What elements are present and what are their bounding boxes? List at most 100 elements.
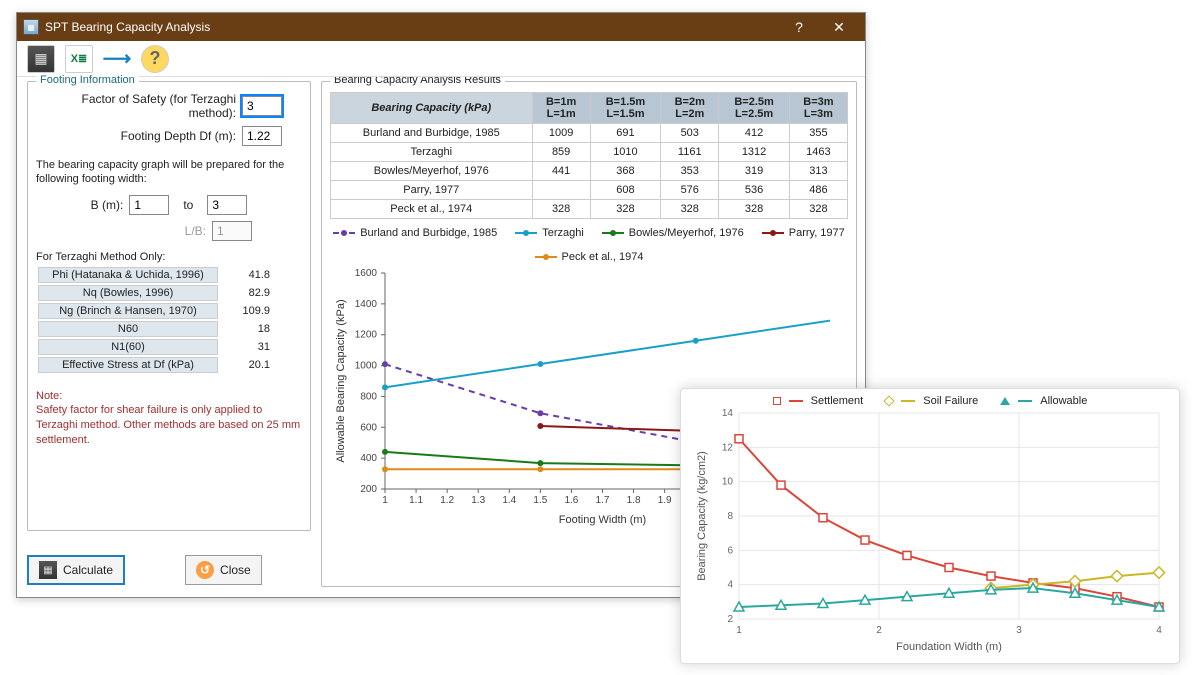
svg-text:1.9: 1.9: [658, 495, 672, 506]
result-cell: [532, 181, 590, 200]
param-value: 18: [220, 321, 300, 337]
foundation-width-chart: 24681012141234Foundation Width (m)Bearin…: [691, 409, 1171, 653]
result-cell: 328: [661, 200, 719, 219]
svg-text:14: 14: [722, 409, 734, 419]
legend-label: Burland and Burbidge, 1985: [360, 227, 497, 239]
close-label: Close: [220, 563, 251, 577]
bottom-buttons: ▦ Calculate ↺ Close: [27, 555, 311, 585]
param-value: 20.1: [220, 357, 300, 373]
lb-label: L/B:: [86, 224, 206, 238]
param-row: Phi (Hatanaka & Uchida, 1996)41.8: [38, 267, 300, 283]
fos-input[interactable]: [242, 96, 282, 116]
method-name: Peck et al., 1974: [331, 200, 533, 219]
svg-text:1.4: 1.4: [502, 495, 516, 506]
results-col-header: B=2mL=2m: [661, 93, 719, 124]
param-row: N6018: [38, 321, 300, 337]
svg-text:1.2: 1.2: [440, 495, 454, 506]
legend-line: [901, 400, 915, 402]
legend-item: Burland and Burbidge, 1985: [333, 227, 497, 239]
run-arrow-icon[interactable]: ⟶: [103, 45, 131, 73]
close-button[interactable]: ↺ Close: [185, 555, 262, 585]
svg-text:1.8: 1.8: [627, 495, 641, 506]
legend-label: Settlement: [811, 395, 864, 407]
legend-label: Soil Failure: [923, 395, 978, 407]
b-from-input[interactable]: [129, 195, 169, 215]
result-cell: 859: [532, 143, 590, 162]
svg-text:1: 1: [736, 625, 742, 636]
param-value: 82.9: [220, 285, 300, 301]
results-col-header: B=1mL=1m: [532, 93, 590, 124]
result-cell: 313: [789, 162, 847, 181]
svg-text:2: 2: [876, 625, 882, 636]
svg-text:12: 12: [722, 442, 734, 453]
legend-item: Terzaghi: [515, 227, 584, 239]
note-body: Safety factor for shear failure is only …: [36, 403, 302, 448]
param-row: Effective Stress at Df (kPa)20.1: [38, 357, 300, 373]
lb-input: [212, 221, 252, 241]
results-row: Terzaghi8591010116113121463: [331, 143, 848, 162]
chart1-legend: Burland and Burbidge, 1985 Terzaghi Bowles…: [330, 227, 848, 263]
chart2-legend: Settlement Soil Failure Allowable: [691, 395, 1169, 407]
result-cell: 328: [789, 200, 847, 219]
help-button[interactable]: ?: [779, 13, 819, 41]
legend-item: Soil Failure: [885, 395, 978, 407]
result-cell: 691: [590, 124, 660, 143]
svg-text:1.1: 1.1: [409, 495, 423, 506]
result-cell: 503: [661, 124, 719, 143]
legend-swatch: [515, 232, 537, 234]
result-cell: 328: [590, 200, 660, 219]
results-row: Peck et al., 1974328328328328328: [331, 200, 848, 219]
result-cell: 1161: [661, 143, 719, 162]
note-block: Note: Safety factor for shear failure is…: [36, 389, 302, 448]
results-row: Burland and Burbidge, 198510096915034123…: [331, 124, 848, 143]
results-table: Bearing Capacity (kPa)B=1mL=1mB=1.5mL=1.…: [330, 92, 848, 219]
calculate-button[interactable]: ▦ Calculate: [27, 555, 125, 585]
toolbar: ▦ X≣ ⟶ ?: [17, 41, 865, 77]
legend-line: [1018, 400, 1032, 402]
svg-text:1000: 1000: [355, 361, 378, 372]
legend-marker: [773, 397, 781, 405]
legend-line: [789, 400, 803, 402]
svg-text:4: 4: [1156, 625, 1162, 636]
param-row: N1(60)31: [38, 339, 300, 355]
b-to-input[interactable]: [207, 195, 247, 215]
close-window-button[interactable]: ✕: [819, 13, 859, 41]
terzaghi-header: For Terzaghi Method Only:: [36, 251, 302, 263]
result-cell: 441: [532, 162, 590, 181]
svg-text:1.5: 1.5: [533, 495, 547, 506]
window-title: SPT Bearing Capacity Analysis: [45, 20, 779, 34]
legend-swatch: [602, 232, 624, 234]
depth-input[interactable]: [242, 126, 282, 146]
app-icon: ▦: [23, 19, 39, 35]
graph-note: The bearing capacity graph will be prepa…: [36, 158, 302, 187]
svg-text:2: 2: [727, 614, 733, 625]
param-row: Nq (Bowles, 1996)82.9: [38, 285, 300, 301]
svg-text:4: 4: [727, 580, 733, 591]
results-main-header: Bearing Capacity (kPa): [331, 93, 533, 124]
calculator-icon[interactable]: ▦: [27, 45, 55, 73]
b-label: B (m):: [91, 198, 124, 212]
svg-text:3: 3: [1016, 625, 1022, 636]
param-value: 109.9: [220, 303, 300, 319]
svg-text:1.7: 1.7: [596, 495, 610, 506]
legend-label: Terzaghi: [542, 227, 584, 239]
svg-text:Footing Width (m): Footing Width (m): [559, 514, 646, 526]
param-name: Phi (Hatanaka & Uchida, 1996): [38, 267, 218, 283]
results-col-header: B=1.5mL=1.5m: [590, 93, 660, 124]
svg-text:Allowable Bearing Capacity (kP: Allowable Bearing Capacity (kPa): [335, 299, 347, 462]
legend-item: Peck et al., 1974: [535, 251, 644, 263]
legend-item: Allowable: [1000, 395, 1087, 407]
legend-label: Bowles/Meyerhof, 1976: [629, 227, 744, 239]
footing-info-legend: Footing Information: [36, 74, 139, 86]
legend-swatch: [535, 256, 557, 258]
excel-export-icon[interactable]: X≣: [65, 45, 93, 73]
svg-text:200: 200: [360, 484, 377, 495]
legend-item: Settlement: [773, 395, 864, 407]
legend-item: Parry, 1977: [762, 227, 845, 239]
result-cell: 328: [719, 200, 789, 219]
result-cell: 1463: [789, 143, 847, 162]
svg-text:1200: 1200: [355, 330, 378, 341]
svg-text:6: 6: [727, 545, 733, 556]
footing-info-group: Footing Information Factor of Safety (fo…: [27, 81, 311, 531]
help-icon[interactable]: ?: [141, 45, 169, 73]
